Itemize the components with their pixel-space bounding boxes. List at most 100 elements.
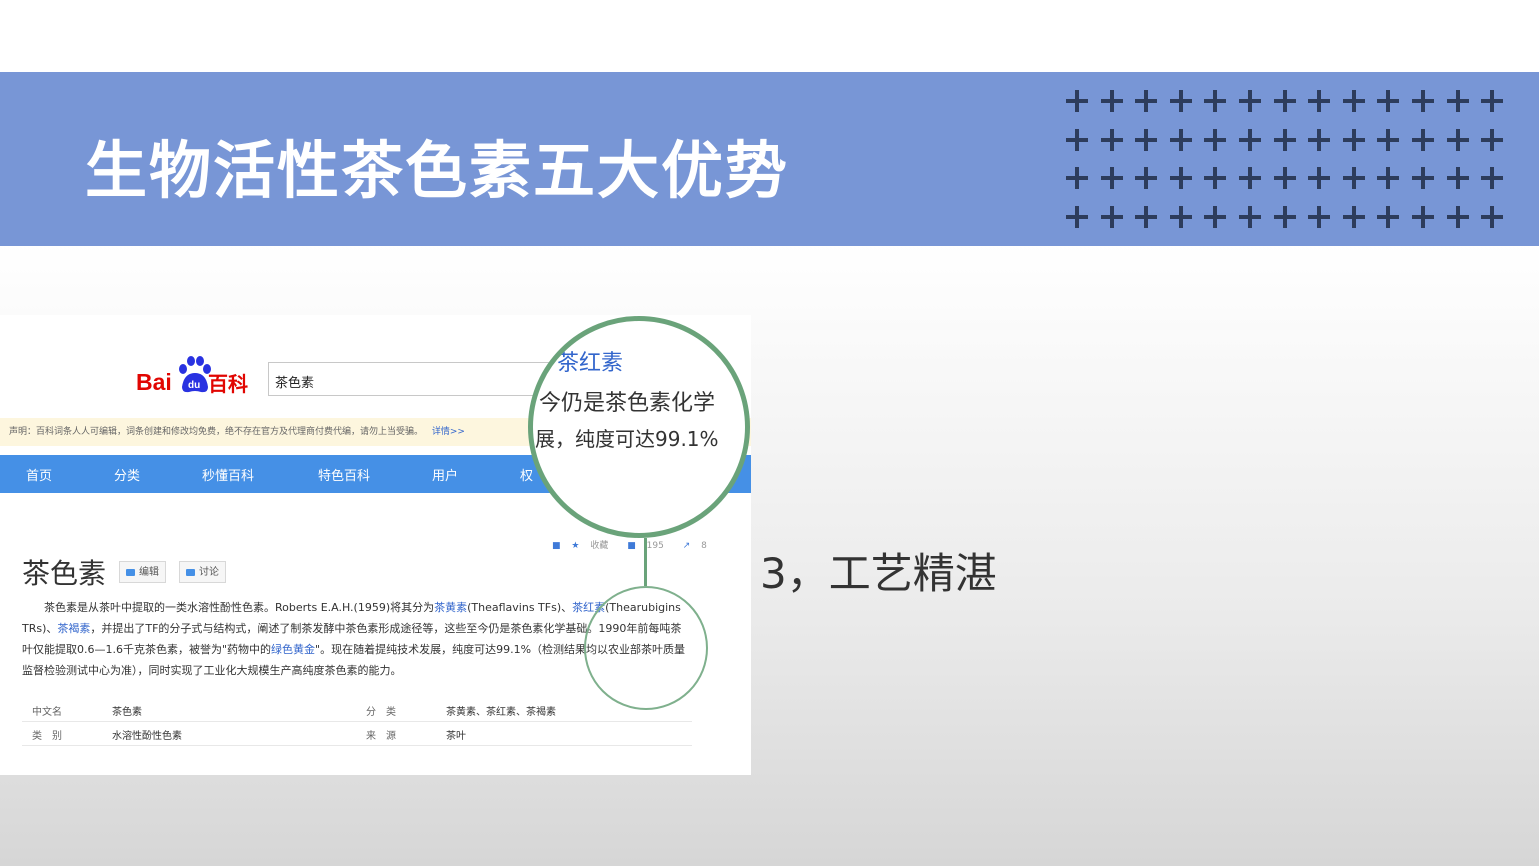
plus-icon — [1412, 90, 1434, 112]
nav-video-baike[interactable]: 秒懂百科 — [202, 465, 254, 484]
info-label: 分 类 — [366, 707, 396, 718]
plus-icon — [1135, 128, 1158, 151]
decorative-plus-grid — [1066, 90, 1506, 230]
plus-icon — [1273, 90, 1296, 112]
magnifier-connector — [644, 538, 647, 586]
edit-button[interactable]: 编辑 — [119, 561, 166, 583]
slide-title: 生物活性茶色素五大优势 — [85, 134, 790, 207]
discuss-button[interactable]: 讨论 — [179, 561, 226, 583]
entry-tools: ■ ★ 收藏 ■ 195 ↗ 8 — [552, 538, 723, 551]
plus-icon — [1100, 205, 1123, 228]
plus-icon — [1135, 205, 1158, 228]
plus-icon — [1342, 90, 1365, 112]
zoom-line-3: 展，纯度可达99.1% — [535, 427, 719, 451]
search-input[interactable]: 茶色素 — [268, 362, 568, 396]
plus-icon — [1204, 167, 1227, 189]
plus-icon — [1169, 167, 1192, 189]
plus-icon — [1169, 128, 1192, 151]
plus-icon — [1412, 128, 1434, 151]
plus-icon — [1481, 205, 1504, 228]
plus-icon — [1446, 167, 1469, 189]
info-label: 中文名 — [32, 707, 62, 718]
like-count: 195 — [646, 541, 664, 551]
plus-icon — [1239, 205, 1261, 228]
plus-icon — [1100, 167, 1123, 189]
share-count: 8 — [701, 541, 707, 551]
plus-icon — [1066, 90, 1088, 112]
plus-icon — [1308, 205, 1331, 228]
plus-icon — [1446, 205, 1469, 228]
plus-icon — [1204, 90, 1227, 112]
plus-icon — [1135, 167, 1158, 189]
notice-text: 声明：百科词条人人可编辑，词条创建和修改均免费，绝不存在官方及代理商付费代编，请… — [9, 427, 424, 437]
pencil-icon — [126, 568, 135, 576]
plus-icon — [1446, 90, 1469, 112]
summary-part-1: 茶色素是从茶叶中提取的一类水溶性酚性色素。Roberts E.A.H.(1959… — [44, 601, 435, 614]
plus-icon — [1204, 128, 1227, 151]
zoom-line-1: 茶红素 — [557, 351, 624, 376]
plus-icon — [1308, 128, 1331, 151]
plus-icon — [1239, 128, 1261, 151]
plus-icon — [1066, 128, 1088, 151]
summary-part-2: (Theaflavins TFs)、 — [467, 601, 573, 614]
notice-details-link[interactable]: 详情>> — [432, 427, 465, 437]
plus-icon — [1273, 128, 1296, 151]
plus-icon — [1481, 128, 1504, 151]
info-value: 茶叶 — [446, 731, 466, 742]
plus-icon — [1377, 128, 1400, 151]
info-row: 中文名 茶色素 分 类 茶黄素、茶红素、茶褐素 — [22, 698, 692, 722]
plus-icon — [1481, 90, 1504, 112]
star-icon: ★ — [571, 541, 580, 551]
plus-icon — [1377, 90, 1400, 112]
link-green-gold[interactable]: 绿色黄金 — [271, 643, 315, 656]
info-value: 茶色素 — [112, 707, 142, 718]
plus-icon — [1066, 167, 1088, 189]
plus-icon — [1169, 90, 1192, 112]
nav-authority[interactable]: 权 — [520, 465, 533, 484]
plus-icon — [1239, 167, 1261, 189]
advantage-point: 3，工艺精湛 — [760, 549, 997, 598]
plus-icon — [1135, 90, 1158, 112]
share-button[interactable]: ↗ 8 — [683, 541, 715, 551]
info-value: 水溶性酚性色素 — [112, 731, 182, 742]
thumb-icon: ■ — [627, 541, 636, 551]
info-value: 茶黄素、茶红素、茶褐素 — [446, 707, 556, 718]
logo-baike-text: 百科 — [208, 372, 248, 396]
nav-category[interactable]: 分类 — [114, 465, 140, 484]
collect-button[interactable]: ★ 收藏 — [571, 541, 616, 551]
plus-icon — [1377, 167, 1400, 189]
info-label: 来 源 — [366, 731, 396, 742]
plus-icon — [1412, 205, 1434, 228]
plus-icon — [1342, 205, 1365, 228]
plus-icon — [1100, 90, 1123, 112]
plus-icon — [1481, 167, 1504, 189]
plus-icon — [1412, 167, 1434, 189]
plus-icon — [1377, 205, 1400, 228]
add-icon[interactable]: ■ — [552, 541, 561, 551]
entry-title: 茶色素 — [22, 557, 107, 590]
like-button[interactable]: ■ 195 — [627, 541, 672, 551]
plus-icon — [1100, 128, 1123, 151]
nav-featured[interactable]: 特色百科 — [318, 465, 370, 484]
basic-info-table: 中文名 茶色素 分 类 茶黄素、茶红素、茶褐素 类 别 水溶性酚性色素 来 源 … — [22, 698, 692, 746]
plus-icon — [1308, 90, 1331, 112]
magnifier-circle: 茶红素 今仍是茶色素化学 展，纯度可达99.1% — [528, 316, 750, 538]
info-row: 类 别 水溶性酚性色素 来 源 茶叶 — [22, 722, 692, 746]
nav-home[interactable]: 首页 — [26, 465, 52, 484]
share-icon: ↗ — [682, 541, 691, 551]
plus-icon — [1342, 128, 1365, 151]
plus-icon — [1446, 128, 1469, 151]
info-label: 类 别 — [32, 731, 62, 742]
highlight-ring — [584, 586, 708, 710]
edit-label: 编辑 — [139, 567, 159, 578]
link-theabrownins[interactable]: 茶褐素 — [57, 622, 90, 635]
nav-user[interactable]: 用户 — [432, 465, 458, 484]
plus-icon — [1342, 167, 1365, 189]
plus-icon — [1066, 205, 1088, 228]
plus-icon — [1169, 205, 1192, 228]
plus-icon — [1239, 90, 1261, 112]
logo-bai-text: Bai — [136, 369, 172, 395]
chat-icon — [186, 568, 195, 576]
plus-icon — [1308, 167, 1331, 189]
link-theaflavins[interactable]: 茶黄素 — [434, 601, 467, 614]
